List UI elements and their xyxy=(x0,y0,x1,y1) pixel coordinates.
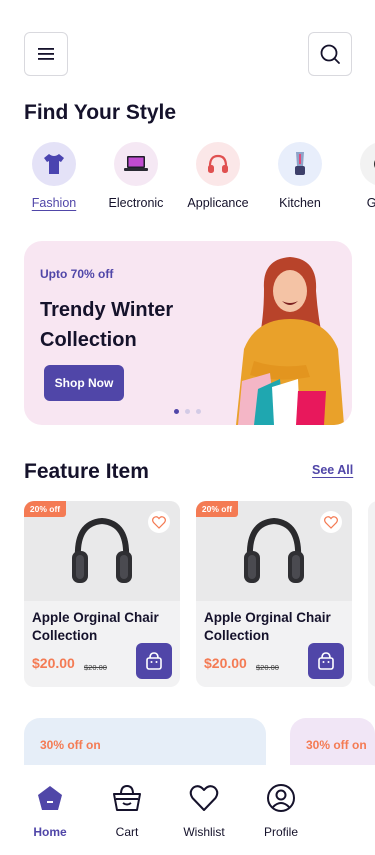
product-list: 20% off Apple Orginal Chair Collection $… xyxy=(24,501,375,691)
gadget-icon xyxy=(360,142,375,186)
discount-badge: 20% off xyxy=(196,501,238,517)
laptop-icon xyxy=(114,142,158,186)
bottom-navigation: Home Cart Wishlist Profile xyxy=(0,765,375,855)
heart-icon xyxy=(169,783,239,813)
section-title-categories: Find Your Style xyxy=(24,101,177,124)
product-name: Apple Orginal Chair Collection xyxy=(204,610,331,643)
category-electronic[interactable]: Electronic xyxy=(91,142,181,210)
product-old-price: $20.00 xyxy=(84,663,107,672)
heart-icon xyxy=(324,515,338,529)
nav-wishlist[interactable]: Wishlist xyxy=(169,783,239,839)
category-list: Fashion Electronic Applicance Kitchen Ga… xyxy=(16,142,375,214)
add-to-cart-button[interactable] xyxy=(136,643,172,679)
see-all-link[interactable]: See All xyxy=(312,463,353,477)
product-card[interactable]: 20% off Apple Orginal Chair Collection $… xyxy=(24,501,180,687)
favorite-button[interactable] xyxy=(320,511,342,533)
promo-banner[interactable]: Upto 70% off Trendy Winter Collection Sh… xyxy=(24,241,352,425)
nav-cart[interactable]: Cart xyxy=(92,783,162,839)
carousel-dot[interactable] xyxy=(196,409,201,414)
banner-subtitle: Upto 70% off xyxy=(40,267,114,281)
product-old-price: $20.00 xyxy=(256,663,279,672)
product-name: Apple Orginal Chair Collection xyxy=(32,610,159,643)
category-applicance[interactable]: Applicance xyxy=(173,142,263,210)
search-icon xyxy=(320,44,340,64)
favorite-button[interactable] xyxy=(148,511,170,533)
discount-badge: 20% off xyxy=(24,501,66,517)
nav-profile[interactable]: Profile xyxy=(246,783,316,839)
banner-model-image xyxy=(236,257,344,425)
product-price: $20.00 xyxy=(204,655,247,671)
headphone-icon xyxy=(72,517,132,583)
product-price: $20.00 xyxy=(32,655,75,671)
carousel-dot[interactable] xyxy=(185,409,190,414)
promo-text: 30% off on xyxy=(40,738,101,752)
category-kitchen[interactable]: Kitchen xyxy=(255,142,345,210)
promo-text: 30% off on xyxy=(306,738,367,752)
category-fashion[interactable]: Fashion xyxy=(16,142,99,210)
shop-now-button[interactable]: Shop Now xyxy=(44,365,124,401)
blender-icon xyxy=(278,142,322,186)
product-card[interactable] xyxy=(368,501,375,687)
menu-button[interactable] xyxy=(24,32,68,76)
carousel-indicator xyxy=(174,409,201,414)
tshirt-icon xyxy=(32,142,76,186)
cart-icon xyxy=(92,783,162,813)
profile-icon xyxy=(246,783,316,813)
shopping-bag-icon xyxy=(318,652,334,670)
banner-title: Trendy Winter Collection xyxy=(40,299,174,351)
headphone-icon xyxy=(244,517,304,583)
heart-icon xyxy=(152,515,166,529)
product-card[interactable]: 20% off Apple Orginal Chair Collection $… xyxy=(196,501,352,687)
search-button[interactable] xyxy=(308,32,352,76)
carousel-dot[interactable] xyxy=(174,409,179,414)
add-to-cart-button[interactable] xyxy=(308,643,344,679)
hamburger-icon xyxy=(38,48,54,60)
category-gadg[interactable]: Gadg xyxy=(337,142,375,210)
home-icon xyxy=(15,783,85,813)
section-title-featured: Feature Item xyxy=(24,460,149,483)
headset-icon xyxy=(196,142,240,186)
shopping-bag-icon xyxy=(146,652,162,670)
nav-home[interactable]: Home xyxy=(15,783,85,839)
